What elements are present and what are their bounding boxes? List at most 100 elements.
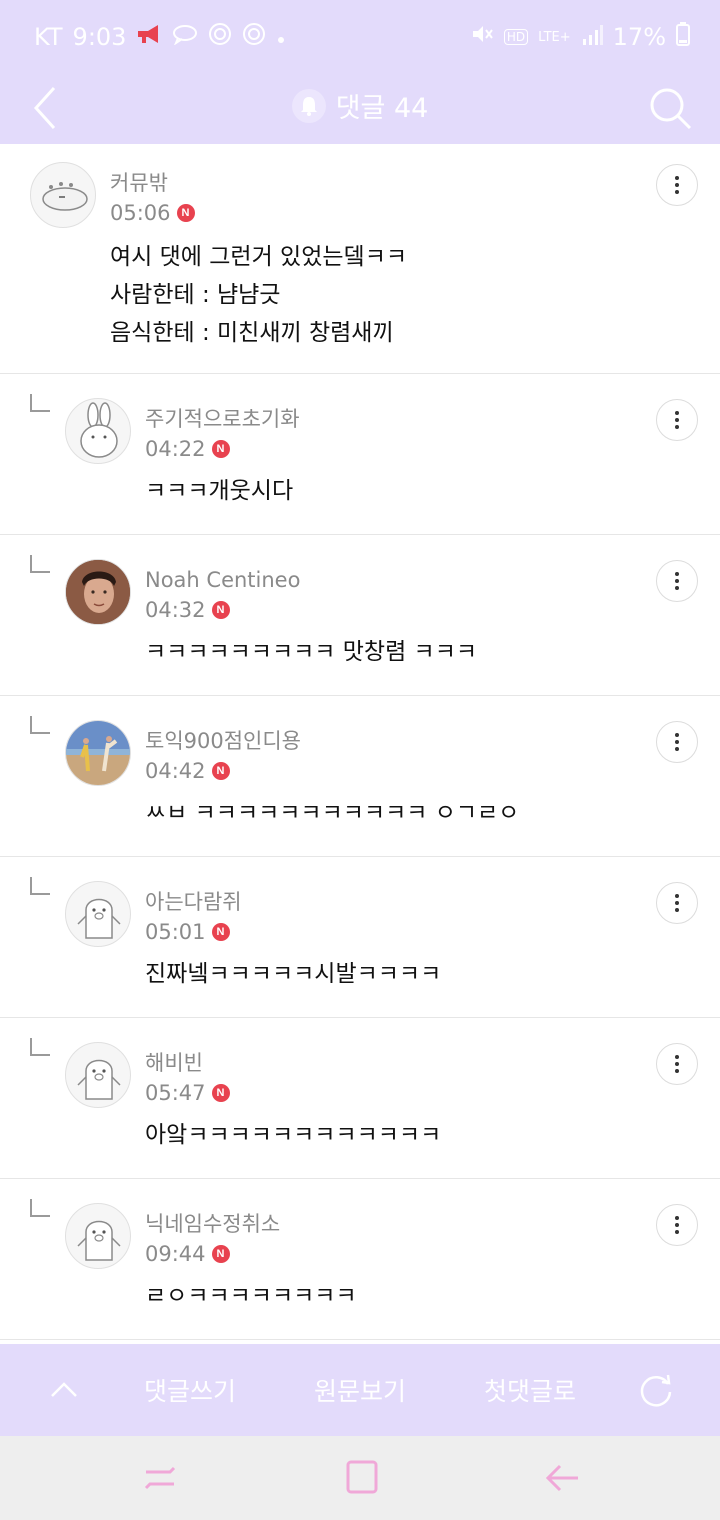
carrier-label: KT — [34, 23, 63, 51]
time-row: 04:22 N — [145, 434, 300, 464]
first-comment-button[interactable]: 첫댓글로 — [460, 1344, 600, 1436]
comment-body: 아앜ㅋㅋㅋㅋㅋㅋㅋㅋㅋㅋㅋㅋ — [145, 1122, 442, 1148]
app-notification-icon — [242, 22, 266, 52]
status-left: KT 9:03 — [34, 22, 286, 52]
more-options-button[interactable] — [656, 1204, 698, 1246]
comment-body: 진짜넼ㅋㅋㅋㅋㅋ시발ㅋㅋㅋㅋ — [145, 961, 442, 987]
author-name[interactable]: 해비빈 — [145, 1048, 230, 1078]
clock: 9:03 — [72, 23, 127, 51]
search-button[interactable] — [640, 78, 700, 138]
author-name[interactable]: 닉네임수정취소 — [145, 1209, 280, 1239]
write-comment-button[interactable]: 댓글쓰기 — [120, 1344, 260, 1436]
home-icon — [346, 1460, 378, 1494]
scroll-top-button[interactable] — [34, 1344, 94, 1436]
battery-percent: 17% — [612, 23, 666, 51]
avatar[interactable] — [65, 1203, 131, 1269]
time-row: 09:44 N — [145, 1239, 280, 1269]
back-arrow-icon — [545, 1464, 578, 1492]
avatar[interactable] — [65, 398, 131, 464]
view-original-button[interactable]: 원문보기 — [290, 1344, 430, 1436]
comment-body: ㅋㅋㅋㅋㅋㅋㅋㅋㅋ 맛창렴 ㅋㅋㅋ — [145, 639, 478, 665]
chevron-up-icon — [51, 1382, 77, 1397]
status-bar: KT 9:03 HD LTE+ 17% — [0, 0, 720, 72]
author-name[interactable]: 커뮤밖 — [110, 168, 195, 198]
time-row: 04:32 N — [145, 595, 300, 625]
reply-arrow-icon — [30, 716, 50, 734]
system-nav-bar — [0, 1436, 720, 1520]
avatar[interactable] — [65, 881, 131, 947]
author-name[interactable]: 아는다람쥐 — [145, 887, 242, 917]
new-badge: N — [211, 1084, 230, 1102]
avatar[interactable] — [30, 162, 96, 228]
page-title: 댓글 44 — [335, 93, 429, 124]
new-badge: N — [211, 440, 230, 458]
refresh-button[interactable] — [626, 1344, 686, 1436]
recent-apps-button[interactable] — [136, 1454, 184, 1502]
more-options-button[interactable] — [656, 560, 698, 602]
hd-indicator: HD — [503, 29, 529, 45]
comment-meta: 주기적으로초기화 04:22 N — [145, 404, 300, 464]
more-vertical-icon — [675, 418, 679, 422]
comment-meta: 토익900점인디용 04:42 N — [145, 726, 301, 786]
reply-item: 닉네임수정취소 09:44 N ㄹㅇㅋㅋㅋㅋㅋㅋㅋㅋ — [0, 1179, 720, 1340]
reply-item: 아는다람쥐 05:01 N 진짜넼ㅋㅋㅋㅋㅋ시발ㅋㅋㅋㅋ — [0, 857, 720, 1018]
header-title-group: 댓글 44 — [0, 86, 720, 125]
avatar[interactable] — [65, 720, 131, 786]
reply-arrow-icon — [30, 394, 50, 412]
bottom-toolbar: 댓글쓰기 원문보기 첫댓글로 — [0, 1344, 720, 1436]
more-options-button[interactable] — [656, 399, 698, 441]
more-options-button[interactable] — [656, 721, 698, 763]
reply-item: Noah Centineo 04:32 N ㅋㅋㅋㅋㅋㅋㅋㅋㅋ 맛창렴 ㅋㅋㅋ — [0, 535, 720, 696]
comment-meta: 닉네임수정취소 09:44 N — [145, 1209, 280, 1269]
comment-body: 여시 댓에 그런거 있었는뎈ㅋㅋ 사람한테 : 냠냠긋 음식한테 : 미친새끼 … — [110, 244, 408, 346]
new-badge: N — [176, 204, 195, 222]
comment-list: 커뮤밖 05:06 N 여시 댓에 그런거 있었는뎈ㅋㅋ 사람한테 : 냠냠긋 … — [0, 144, 720, 1340]
avatar[interactable] — [65, 1042, 131, 1108]
comment-body: ㅋㅋㅋ개웃시다 — [145, 478, 294, 504]
more-vertical-icon — [675, 1062, 679, 1066]
app-header: 댓글 44 — [0, 72, 720, 144]
more-vertical-icon — [675, 1223, 679, 1227]
comment-meta: 아는다람쥐 05:01 N — [145, 887, 242, 947]
comment-body: ㅆㅂ ㅋㅋㅋㅋㅋㅋㅋㅋㅋㅋㅋ ㅇㄱㄹㅇ — [145, 800, 520, 826]
battery-icon — [676, 22, 690, 52]
comment-time: 04:32 — [145, 598, 206, 622]
comment-time: 05:06 — [110, 201, 171, 225]
author-name[interactable]: 주기적으로초기화 — [145, 404, 300, 434]
time-row: 05:06 N — [110, 198, 195, 228]
reply-item: 해비빈 05:47 N 아앜ㅋㅋㅋㅋㅋㅋㅋㅋㅋㅋㅋㅋ — [0, 1018, 720, 1179]
comment-time: 05:01 — [145, 920, 206, 944]
app-notification-icon — [208, 22, 232, 52]
status-right: HD LTE+ 17% — [470, 22, 690, 52]
new-badge: N — [211, 762, 230, 780]
search-icon — [650, 88, 692, 130]
reply-arrow-icon — [30, 877, 50, 895]
more-options-button[interactable] — [656, 1043, 698, 1085]
avatar[interactable] — [65, 559, 131, 625]
system-back-button[interactable] — [540, 1454, 588, 1502]
time-row: 05:01 N — [145, 917, 242, 947]
comment-item: 커뮤밖 05:06 N 여시 댓에 그런거 있었는뎈ㅋㅋ 사람한테 : 냠냠긋 … — [0, 144, 720, 374]
signal-icon — [581, 23, 603, 51]
bell-icon[interactable] — [291, 88, 326, 123]
refresh-icon — [640, 1374, 672, 1407]
time-row: 05:47 N — [145, 1078, 230, 1108]
time-row: 04:42 N — [145, 756, 301, 786]
comment-body: ㄹㅇㅋㅋㅋㅋㅋㅋㅋㅋ — [145, 1283, 357, 1309]
reply-arrow-icon — [30, 1199, 50, 1217]
home-button[interactable] — [338, 1454, 386, 1502]
author-name[interactable]: 토익900점인디용 — [145, 726, 301, 756]
network-type: LTE+ — [538, 29, 571, 45]
more-vertical-icon — [675, 579, 679, 583]
reply-arrow-icon — [30, 1038, 50, 1056]
comment-time: 05:47 — [145, 1081, 206, 1105]
more-options-button[interactable] — [656, 882, 698, 924]
more-notifications-dot-icon — [276, 23, 286, 51]
author-name[interactable]: Noah Centineo — [145, 565, 300, 595]
comment-meta: Noah Centineo 04:32 N — [145, 565, 300, 625]
more-vertical-icon — [675, 183, 679, 187]
comment-meta: 해비빈 05:47 N — [145, 1048, 230, 1108]
more-vertical-icon — [675, 901, 679, 905]
more-vertical-icon — [675, 740, 679, 744]
more-options-button[interactable] — [656, 164, 698, 206]
